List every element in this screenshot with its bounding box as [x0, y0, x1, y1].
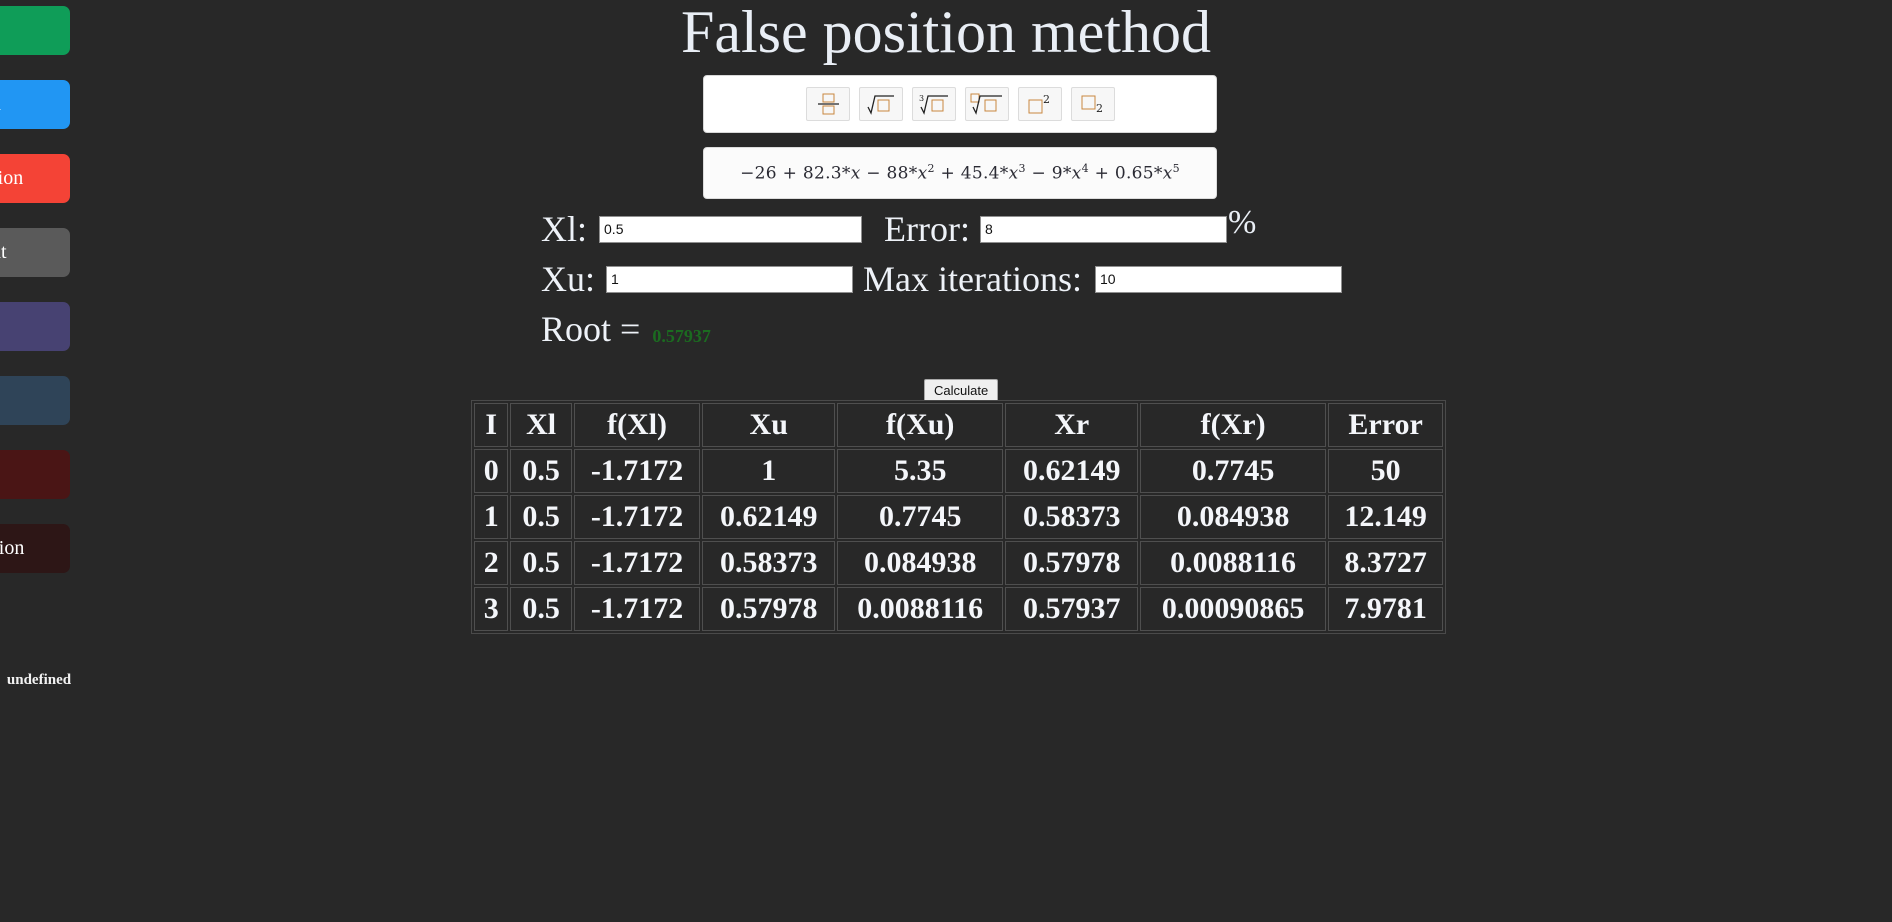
sidebar-button-false-position[interactable]: osition — [0, 154, 70, 203]
root-result-row: Root = 0.57937 — [541, 308, 711, 350]
table-cell: 2 — [474, 541, 509, 585]
sidebar-button-1[interactable] — [0, 6, 70, 55]
sidebar-button-fixed-point[interactable]: int — [0, 228, 70, 277]
xl-input[interactable] — [599, 215, 863, 243]
parameter-row-1: Xl: Error: % — [541, 204, 1256, 250]
superscript-icon[interactable]: 2 — [1017, 87, 1062, 121]
table-cell: 12.149 — [1328, 495, 1443, 539]
table-cell: 0.084938 — [1140, 495, 1327, 539]
table-row: 3 0.5 -1.7172 0.57978 0.0088116 0.57937 0.0009… — [474, 587, 1443, 631]
table-cell: 3 — [474, 587, 509, 631]
table-cell: -1.7172 — [573, 495, 701, 539]
table-header-cell: f(Xl) — [573, 403, 701, 447]
table-header-row: I Xl f(Xl) Xu f(Xu) Xr f(Xr) Error — [474, 403, 1443, 447]
table-cell: 0.57937 — [1005, 587, 1139, 631]
svg-text:3: 3 — [919, 94, 924, 103]
table-cell: 0.7745 — [837, 495, 1004, 539]
page-title: False position method — [681, 0, 1211, 65]
xu-label: Xu: — [541, 259, 595, 299]
table-cell: 0.62149 — [1005, 449, 1139, 493]
percent-symbol: % — [1227, 204, 1257, 241]
table-header-cell: I — [474, 403, 509, 447]
main-content: False position method 3 2 2 −26 + 82.3*x… — [0, 0, 1892, 922]
table-cell: 0.084938 — [837, 541, 1004, 585]
table-cell: 0.58373 — [702, 541, 836, 585]
table-header-cell: Xl — [510, 403, 572, 447]
sidebar-button-label: n — [0, 93, 1, 115]
table-cell: 0.00090865 — [1140, 587, 1327, 631]
sidebar: n osition int section — [0, 6, 70, 573]
error-label: Error: — [884, 209, 970, 249]
nth-root-icon[interactable] — [964, 87, 1009, 121]
table-cell: 0.62149 — [702, 495, 836, 539]
table-header-cell: Xu — [702, 403, 836, 447]
table-cell: 0.5 — [510, 449, 572, 493]
table-cell: 7.9781 — [1328, 587, 1443, 631]
iterations-table: I Xl f(Xl) Xu f(Xu) Xr f(Xr) Error 0 0.5 -1.7172 1… — [471, 400, 1446, 634]
max-iterations-input[interactable] — [1094, 265, 1342, 293]
table-body: 0 0.5 -1.7172 1 5.35 0.62149 0.7745 50 1 0.5 -1.71… — [474, 449, 1443, 631]
root-label: Root = — [541, 309, 641, 349]
table-row: 1 0.5 -1.7172 0.62149 0.7745 0.58373 0.084938 1… — [474, 495, 1443, 539]
sidebar-button-6[interactable] — [0, 376, 70, 425]
formula-input-field[interactable]: −26 + 82.3*x − 88*x2 + 45.4*x3 − 9*x4 + … — [703, 147, 1217, 199]
table-cell: -1.7172 — [573, 541, 701, 585]
parameter-row-2: Xu: Max iterations: — [541, 258, 1342, 300]
table-cell: 0.0088116 — [837, 587, 1004, 631]
subscript-icon[interactable]: 2 — [1070, 87, 1115, 121]
table-row: 0 0.5 -1.7172 1 5.35 0.62149 0.7745 50 — [474, 449, 1443, 493]
square-root-icon[interactable] — [858, 87, 903, 121]
sidebar-button-label: int — [0, 241, 7, 263]
sidebar-button-label: section — [0, 537, 25, 559]
sidebar-button-bisection[interactable]: section — [0, 524, 70, 573]
table-cell: 0.57978 — [1005, 541, 1139, 585]
fraction-icon[interactable] — [805, 87, 850, 121]
table-cell: 0.0088116 — [1140, 541, 1327, 585]
xu-input[interactable] — [606, 265, 853, 293]
table-cell: 0.7745 — [1140, 449, 1327, 493]
sidebar-button-5[interactable] — [0, 302, 70, 351]
table-header-cell: f(Xr) — [1140, 403, 1327, 447]
table-cell: 1 — [474, 495, 509, 539]
sidebar-button-7[interactable] — [0, 450, 70, 499]
table-cell: 0.57978 — [702, 587, 836, 631]
svg-text:2: 2 — [1043, 93, 1050, 106]
table-cell: 0.5 — [510, 587, 572, 631]
sidebar-button-label: osition — [0, 167, 24, 189]
table-cell: 0.5 — [510, 541, 572, 585]
sidebar-button-newton[interactable]: n — [0, 80, 70, 129]
table-cell: 1 — [702, 449, 836, 493]
table-header-cell: Error — [1328, 403, 1443, 447]
formula-text: −26 + 82.3*x − 88*x2 + 45.4*x3 − 9*x4 + … — [740, 162, 1180, 184]
table-cell: 0.5 — [510, 495, 572, 539]
table-row: 2 0.5 -1.7172 0.58373 0.084938 0.57978 0.00881… — [474, 541, 1443, 585]
table-cell: 5.35 — [837, 449, 1004, 493]
max-iterations-label: Max iterations: — [863, 259, 1082, 299]
error-input[interactable] — [979, 215, 1227, 243]
cube-root-icon[interactable]: 3 — [911, 87, 956, 121]
table-header-cell: f(Xu) — [837, 403, 1004, 447]
math-symbol-toolbar: 3 2 2 — [703, 75, 1217, 133]
table-header-cell: Xr — [1005, 403, 1139, 447]
table-cell: 8.3727 — [1328, 541, 1443, 585]
svg-text:2: 2 — [1096, 102, 1103, 115]
table-cell: 0.58373 — [1005, 495, 1139, 539]
table-cell: 0 — [474, 449, 509, 493]
table-cell: 50 — [1328, 449, 1443, 493]
table-cell: -1.7172 — [573, 587, 701, 631]
root-value: 0.57937 — [652, 325, 711, 346]
xl-label: Xl: — [541, 209, 588, 249]
table-cell: -1.7172 — [573, 449, 701, 493]
